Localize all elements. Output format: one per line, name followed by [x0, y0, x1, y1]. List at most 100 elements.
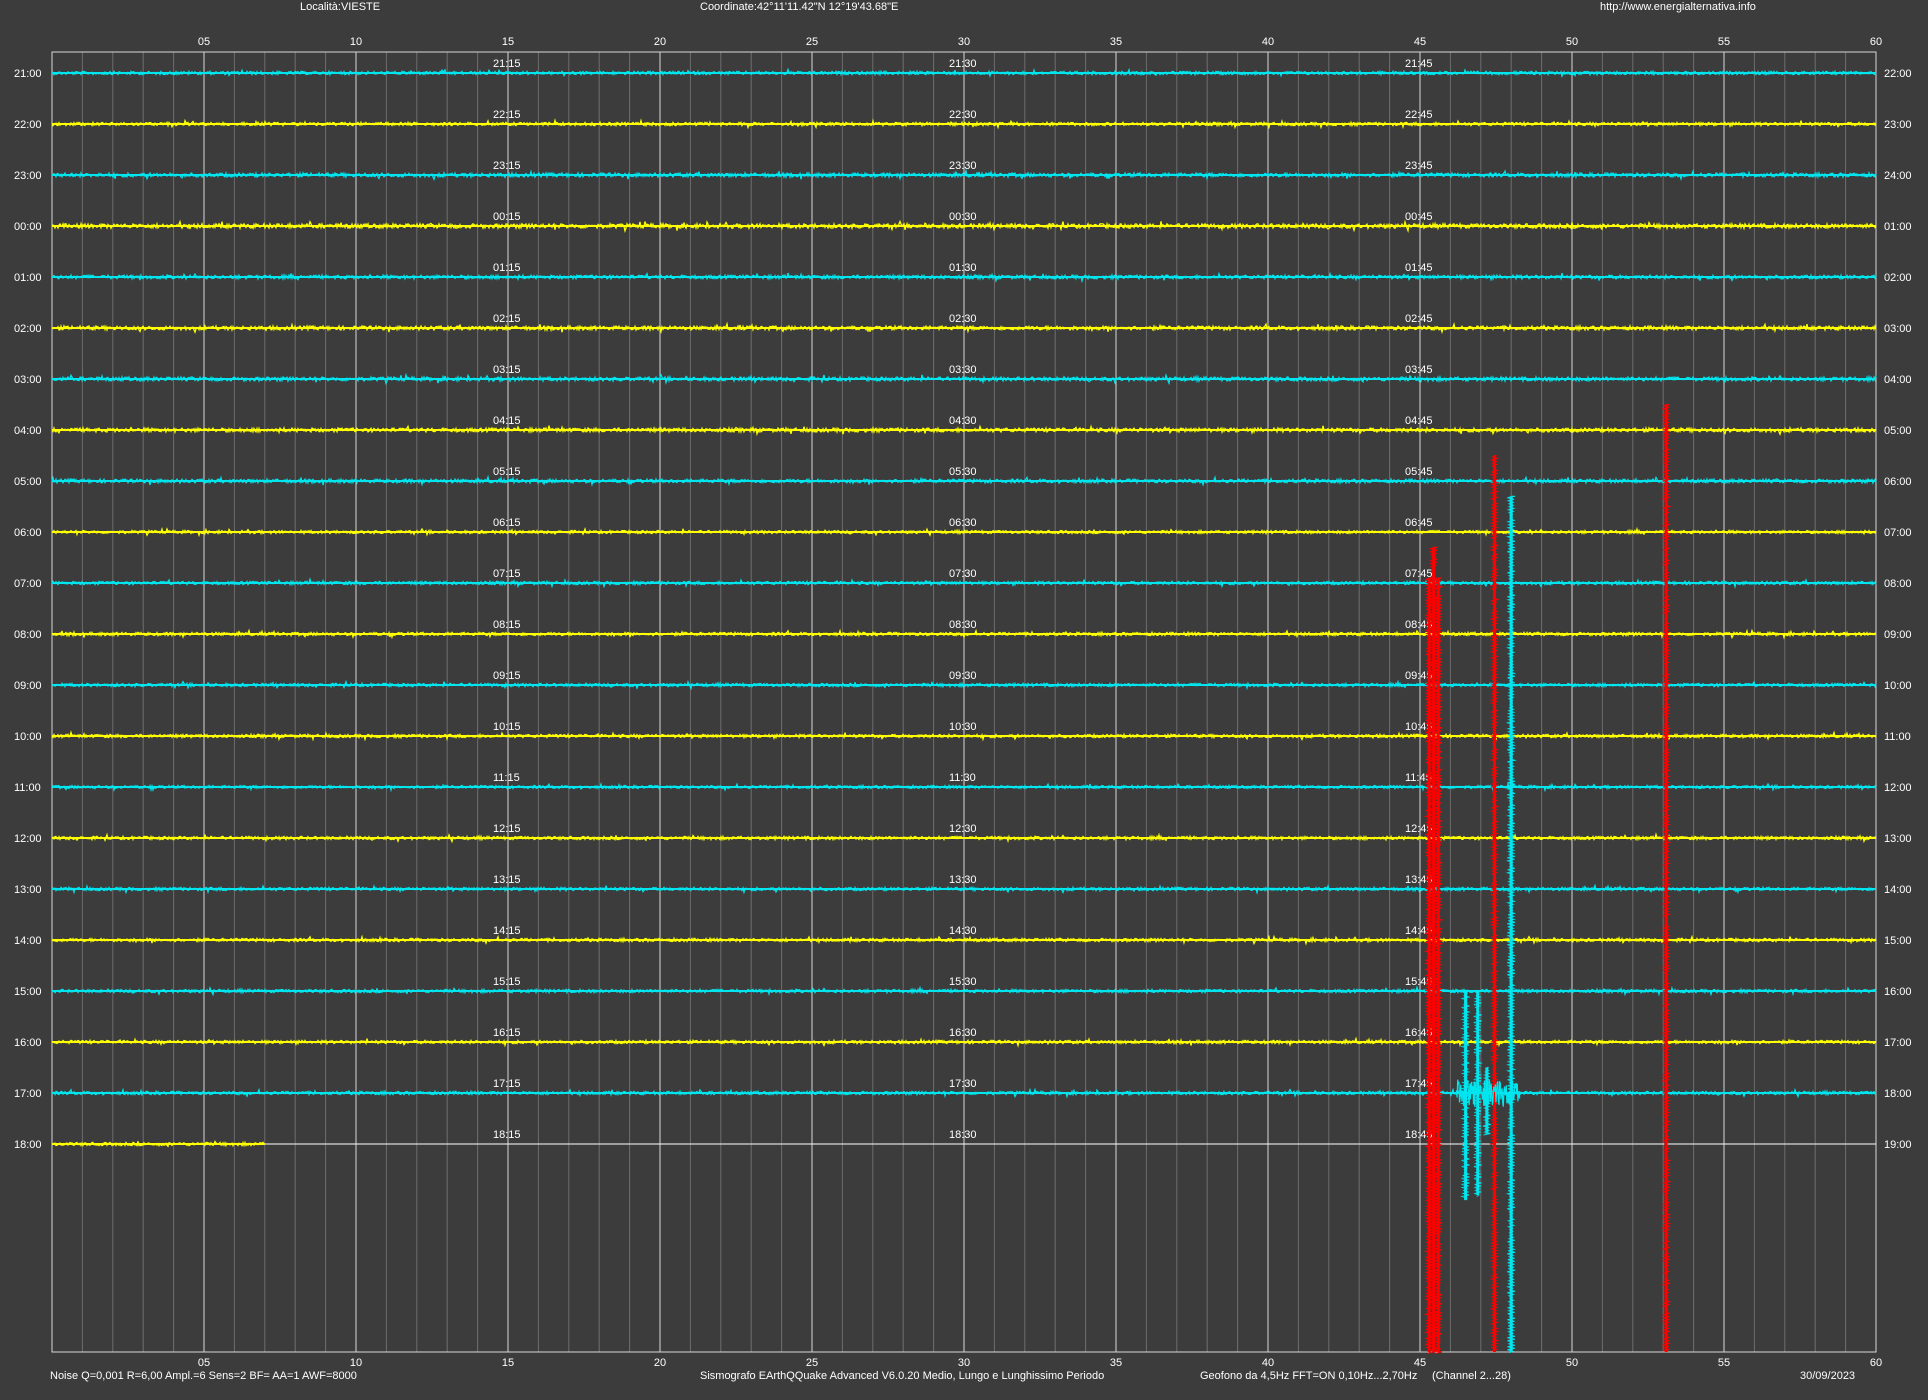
quarter-time-label: 03:45	[1405, 364, 1433, 376]
row-time-label-left: 06:00	[14, 527, 42, 539]
row-time-label-right: 18:00	[1884, 1088, 1912, 1100]
quarter-time-label: 21:45	[1405, 58, 1433, 70]
row-time-label-left: 12:00	[14, 833, 42, 845]
quarter-time-label: 02:30	[949, 313, 977, 325]
row-time-label-left: 14:00	[14, 935, 42, 947]
row-time-label-left: 21:00	[14, 68, 42, 80]
quarter-time-label: 02:15	[493, 313, 521, 325]
x-tick-label-top: 25	[806, 36, 818, 48]
quarter-time-label: 00:45	[1405, 211, 1433, 223]
x-tick-label-top: 20	[654, 36, 666, 48]
software-label: Sismografo EArthQQuake Advanced V6.0.20 …	[700, 1370, 1105, 1382]
quarter-time-label: 17:15	[493, 1078, 521, 1090]
quarter-time-label: 21:15	[493, 58, 521, 70]
x-tick-label-bottom: 55	[1718, 1357, 1730, 1369]
quarter-time-label: 03:30	[949, 364, 977, 376]
quarter-time-label: 12:30	[949, 823, 977, 835]
seismic-event-envelope	[1505, 495, 1517, 1354]
row-time-label-right: 15:00	[1884, 935, 1912, 947]
quarter-time-label: 00:15	[493, 211, 521, 223]
quarter-time-label: 21:30	[949, 58, 977, 70]
row-time-label-left: 11:00	[14, 782, 41, 794]
row-time-label-right: 01:00	[1884, 221, 1912, 233]
quarter-time-label: 12:15	[493, 823, 521, 835]
row-time-label-right: 09:00	[1884, 629, 1912, 641]
quarter-time-label: 16:30	[949, 1027, 977, 1039]
quarter-time-label: 04:45	[1405, 415, 1433, 427]
row-time-label-right: 13:00	[1884, 833, 1912, 845]
x-tick-label-bottom: 40	[1262, 1357, 1274, 1369]
x-tick-label-bottom: 10	[350, 1357, 362, 1369]
quarter-time-label: 00:30	[949, 211, 977, 223]
quarter-time-label: 03:15	[493, 364, 521, 376]
row-time-label-left: 09:00	[14, 680, 42, 692]
quarter-time-label: 10:15	[493, 721, 521, 733]
x-tick-label-top: 60	[1870, 36, 1882, 48]
row-time-label-right: 17:00	[1884, 1037, 1912, 1049]
quarter-time-label: 01:45	[1405, 262, 1433, 274]
x-tick-label-top: 10	[350, 36, 362, 48]
row-time-label-right: 11:00	[1884, 731, 1911, 743]
x-tick-label-bottom: 15	[502, 1357, 514, 1369]
x-tick-label-top: 35	[1110, 36, 1122, 48]
quarter-time-label: 06:45	[1405, 517, 1433, 529]
row-time-label-left: 13:00	[14, 884, 42, 896]
quarter-time-label: 23:45	[1405, 160, 1433, 172]
channel-label: (Channel 2...28)	[1432, 1370, 1511, 1382]
row-time-label-left: 22:00	[14, 119, 42, 131]
row-time-label-right: 22:00	[1884, 68, 1912, 80]
quarter-time-label: 15:30	[949, 976, 977, 988]
x-tick-label-top: 40	[1262, 36, 1274, 48]
row-time-label-right: 12:00	[1884, 782, 1912, 794]
quarter-time-label: 18:15	[493, 1129, 521, 1141]
x-tick-label-bottom: 25	[806, 1357, 818, 1369]
row-time-label-right: 23:00	[1884, 119, 1912, 131]
row-time-label-left: 04:00	[14, 425, 42, 437]
row-time-label-right: 02:00	[1884, 272, 1912, 284]
x-tick-label-top: 45	[1414, 36, 1426, 48]
quarter-time-label: 23:30	[949, 160, 977, 172]
quarter-time-label: 05:45	[1405, 466, 1433, 478]
x-tick-label-bottom: 30	[958, 1357, 970, 1369]
quarter-time-label: 04:30	[949, 415, 977, 427]
quarter-time-label: 13:30	[949, 874, 977, 886]
row-time-label-left: 17:00	[14, 1088, 42, 1100]
x-tick-label-top: 30	[958, 36, 970, 48]
row-time-label-right: 05:00	[1884, 425, 1912, 437]
quarter-time-label: 15:15	[493, 976, 521, 988]
quarter-time-label: 06:30	[949, 517, 977, 529]
sensor-label: Geofono da 4,5Hz FFT=ON 0,10Hz...2,70Hz	[1200, 1370, 1418, 1382]
row-time-label-left: 23:00	[14, 170, 42, 182]
x-tick-label-top: 55	[1718, 36, 1730, 48]
quarter-time-label: 01:30	[949, 262, 977, 274]
row-time-label-right: 07:00	[1884, 527, 1912, 539]
quarter-time-label: 22:30	[949, 109, 977, 121]
x-tick-label-top: 15	[502, 36, 514, 48]
quarter-time-label: 17:30	[949, 1078, 977, 1090]
quarter-time-label: 10:30	[949, 721, 977, 733]
row-time-label-right: 06:00	[1884, 476, 1912, 488]
quarter-time-label: 02:45	[1405, 313, 1433, 325]
quarter-time-label: 14:30	[949, 925, 977, 937]
row-time-label-left: 18:00	[14, 1139, 42, 1151]
row-time-label-right: 08:00	[1884, 578, 1912, 590]
quarter-time-label: 11:30	[949, 772, 976, 784]
x-tick-label-bottom: 50	[1566, 1357, 1578, 1369]
quarter-time-label: 18:30	[949, 1129, 977, 1141]
quarter-time-label: 14:15	[493, 925, 521, 937]
quarter-time-label: 09:30	[949, 670, 977, 682]
quarter-time-label: 22:45	[1405, 109, 1433, 121]
x-tick-label-bottom: 35	[1110, 1357, 1122, 1369]
quarter-time-label: 23:15	[493, 160, 521, 172]
seismogram-chart: Località:VIESTE Coordinate:42°11'11.42"N…	[0, 0, 1928, 1400]
settings-label: Noise Q=0,001 R=6,00 Ampl.=6 Sens=2 BF= …	[50, 1370, 357, 1382]
quarter-time-label: 09:15	[493, 670, 521, 682]
quarter-time-label: 11:15	[493, 772, 520, 784]
x-tick-label-bottom: 60	[1870, 1357, 1882, 1369]
row-time-label-right: 10:00	[1884, 680, 1912, 692]
row-time-label-right: 16:00	[1884, 986, 1912, 998]
date-label: 30/09/2023	[1800, 1370, 1856, 1382]
quarter-time-label: 07:30	[949, 568, 977, 580]
quarter-time-label: 06:15	[493, 517, 521, 529]
row-time-label-left: 05:00	[14, 476, 42, 488]
